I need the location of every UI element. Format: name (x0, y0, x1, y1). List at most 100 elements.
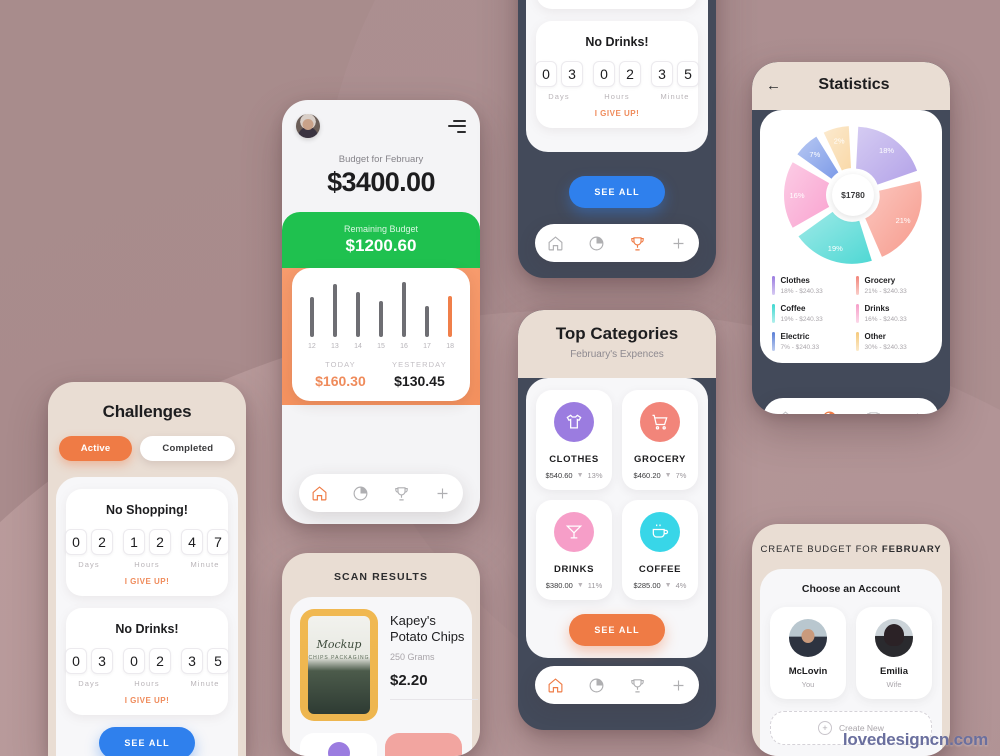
category-amount: $380.00 (545, 581, 573, 590)
challenges-dark-screen: Days Hours Minute (518, 0, 716, 278)
bar-column: 15 (377, 282, 385, 350)
home-icon[interactable] (311, 485, 328, 502)
bar-x-label: 16 (400, 343, 408, 350)
pie-slice-label: 18% (879, 146, 894, 155)
give-up-link[interactable]: I GIVE UP! (74, 577, 220, 586)
plus-icon[interactable] (670, 677, 687, 694)
spending-chart-card: 12 13 14 15 16 17 18 TODAY $160.30 YESTERDAY $… (292, 268, 470, 401)
home-icon[interactable] (777, 410, 794, 414)
trophy-icon[interactable] (629, 677, 646, 694)
scan-card-left[interactable] (300, 733, 377, 756)
timer-group-days: 0 3 Days (535, 61, 583, 101)
legend-color-bar (772, 332, 775, 351)
category-stat: $285.00 ▼ 4% (628, 581, 692, 590)
create-budget-month: FEBRUARY (881, 544, 942, 555)
avatar (875, 619, 913, 657)
challenges-screen: Challenges Active Completed No Shopping!… (48, 382, 246, 756)
plus-icon[interactable] (434, 485, 451, 502)
avatar (789, 619, 827, 657)
category-change: 13% (587, 471, 603, 480)
category-stat: $540.60 ▼ 13% (542, 471, 606, 480)
home-icon[interactable] (547, 235, 564, 252)
legend-item: Electric 7% - $240.33 (772, 332, 846, 351)
statistics-sheet: 18% 21% 19% 16% 7% 2% $1780 Clothes 18% - $240… (760, 110, 942, 363)
challenges-tabs: Active Completed (48, 436, 246, 461)
top-categories-screen: Top Categories February's Expences CLOTH… (518, 310, 716, 730)
digit: 3 (91, 648, 113, 674)
category-amount: $540.60 (545, 471, 573, 480)
plus-icon[interactable] (670, 235, 687, 252)
pie-chart-icon[interactable] (588, 235, 605, 252)
bar-x-label: 15 (377, 343, 385, 350)
account-name: McLovin (788, 666, 828, 677)
see-all-button[interactable]: SEE ALL (99, 727, 195, 756)
top-categories-header: Top Categories February's Expences (518, 310, 716, 378)
bottom-navbar[interactable] (535, 666, 699, 704)
challenge-card-no-drinks[interactable]: No Drinks! 0 3 Days 0 2 Hours 3 5 Minute… (535, 21, 699, 128)
category-card-grocery[interactable]: GROCERY $460.20 ▼ 7% (622, 390, 698, 490)
timer-group-days: 0 3 Days (65, 648, 113, 688)
category-change: 4% (675, 581, 687, 590)
category-change: 7% (675, 471, 687, 480)
plus-icon: + (818, 721, 833, 735)
bottom-navbar[interactable] (535, 224, 699, 262)
legend-label: Grocery (864, 276, 896, 285)
digit: 0 (65, 648, 87, 674)
trend-arrow-icon: ▼ (664, 472, 672, 479)
category-card-drinks[interactable]: DRINKS $380.00 ▼ 11% (536, 500, 612, 600)
countdown-timer: 0 3 Days 0 2 Hours 3 5 Minute (65, 648, 229, 688)
bar-x-label: 12 (308, 343, 316, 350)
home-icon[interactable] (547, 677, 564, 694)
challenge-card-no-shopping[interactable]: No Shopping! 0 2 Days 1 2 Hours 4 7 Minu… (65, 489, 229, 596)
remaining-budget-band: Remaining Budget $1200.60 12 13 14 15 16 17 18… (282, 212, 480, 405)
see-all-button[interactable]: SEE ALL (569, 614, 665, 646)
create-budget-title: CREATE BUDGET FOR FEBRUARY (752, 544, 950, 555)
trophy-icon[interactable] (393, 485, 410, 502)
trend-arrow-icon: ▼ (576, 582, 584, 589)
pie-chart-icon[interactable] (588, 677, 605, 694)
give-up-link[interactable]: I GIVE UP! (74, 696, 220, 705)
see-all-button[interactable]: SEE ALL (569, 176, 665, 208)
remaining-budget-label: Remaining Budget (343, 224, 419, 234)
give-up-link[interactable]: I GIVE UP! (544, 109, 690, 118)
category-amount: $285.00 (633, 581, 661, 590)
digit: 5 (207, 648, 229, 674)
legend-label: Coffee (780, 304, 806, 313)
category-card-coffee[interactable]: COFFEE $285.00 ▼ 4% (622, 500, 698, 600)
scan-card-right[interactable] (385, 733, 462, 756)
timer-label-hours: Hours (604, 92, 630, 101)
account-card-emilia[interactable]: Emilia Wife (856, 607, 932, 699)
pie-slice[interactable] (856, 126, 918, 185)
account-relation: You (801, 680, 815, 689)
timer-label-hours: Hours (134, 560, 160, 569)
tab-active[interactable]: Active (58, 436, 133, 461)
legend-label: Clothes (780, 276, 810, 285)
pie-slice[interactable] (798, 211, 872, 264)
avatar[interactable] (296, 114, 320, 138)
bottom-navbar[interactable] (763, 398, 939, 414)
pie-chart-icon[interactable] (352, 485, 369, 502)
challenge-card-partial[interactable]: Days Hours Minute (536, 0, 698, 9)
menu-icon[interactable] (448, 119, 466, 133)
legend-label: Electric (780, 332, 810, 341)
tab-completed[interactable]: Completed (140, 436, 236, 461)
bottom-navbar[interactable] (299, 474, 463, 512)
today-block: TODAY $160.30 (315, 360, 366, 389)
legend-value: 7% - $240.33 (780, 344, 820, 351)
choose-account-label: Choose an Account (801, 583, 901, 595)
pie-chart-icon[interactable] (821, 410, 838, 414)
trophy-icon[interactable] (629, 235, 646, 252)
cart-icon (640, 402, 680, 442)
challenge-card-no-drinks[interactable]: No Drinks! 0 3 Days 0 2 Hours 3 5 Minute… (65, 608, 229, 715)
account-card-mclovin[interactable]: McLovin You (770, 607, 846, 699)
timer-group-hours: 0 2 Hours (593, 61, 641, 101)
bar (309, 297, 314, 337)
challenge-name: No Drinks! (585, 35, 649, 49)
scan-result-item[interactable]: Mockup CHIPS PACKAGING Kapey's Potato Ch… (300, 609, 478, 721)
bar-column: 12 (308, 282, 316, 350)
category-card-clothes[interactable]: CLOTHES $540.60 ▼ 13% (536, 390, 612, 490)
trophy-icon[interactable] (865, 410, 882, 414)
challenges-sheet: No Shopping! 0 2 Days 1 2 Hours 4 7 Minu… (56, 477, 238, 756)
plus-icon[interactable] (909, 410, 926, 414)
timer-label-days: Days (548, 92, 570, 101)
